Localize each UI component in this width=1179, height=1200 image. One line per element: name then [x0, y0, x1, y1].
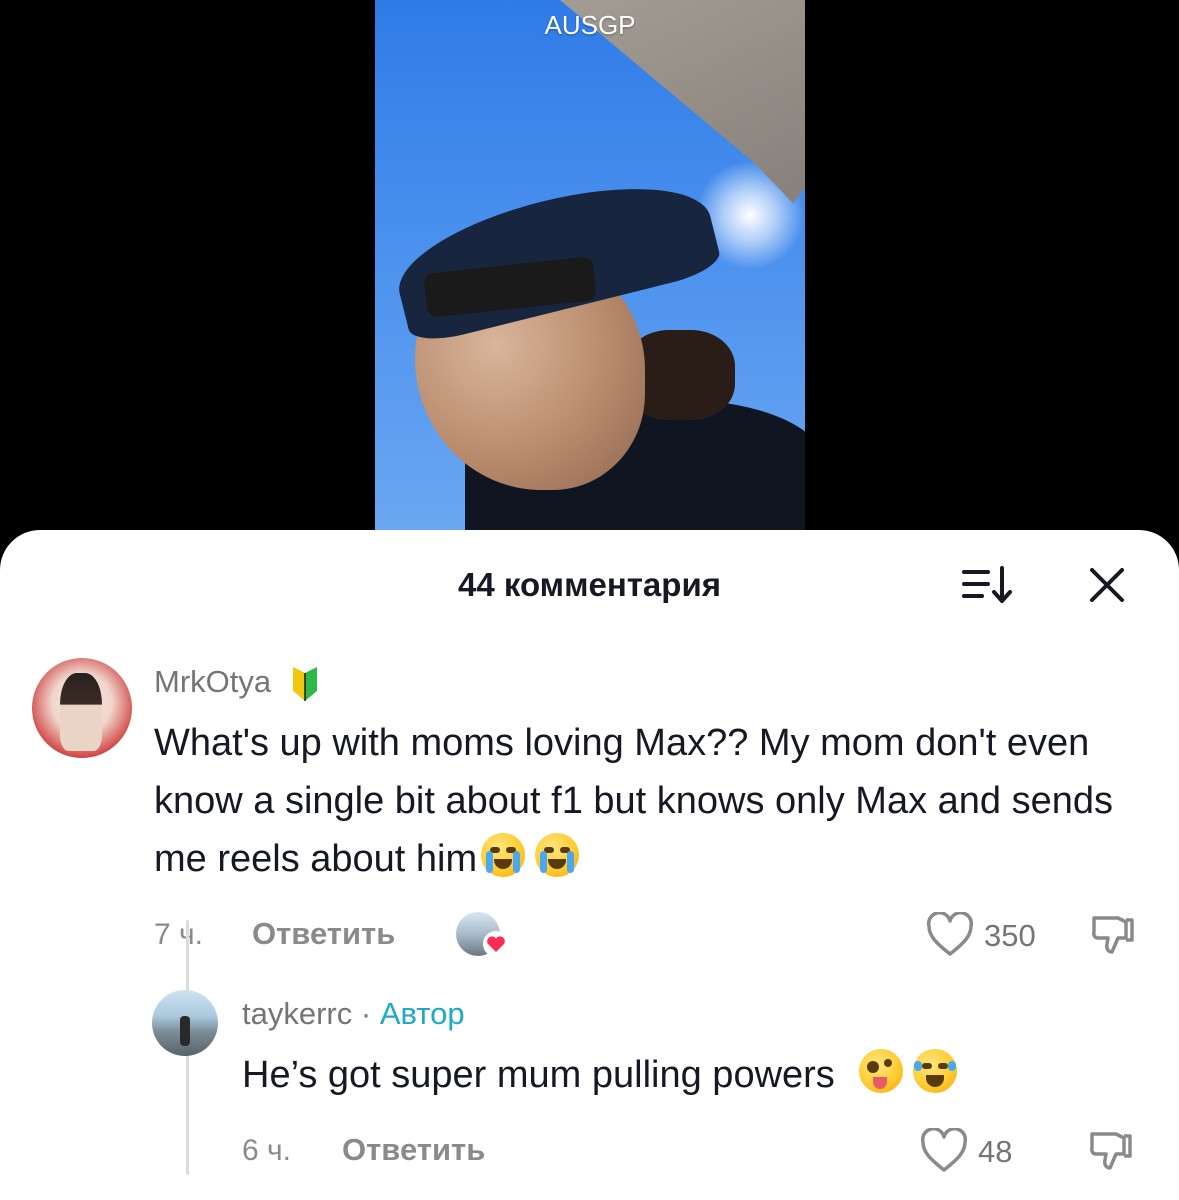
comment-username[interactable]: MrkOtya	[154, 664, 320, 701]
username-text[interactable]: MrkOtya	[154, 664, 271, 699]
dislike-icon	[1092, 916, 1134, 954]
reply-button[interactable]: Ответить	[342, 1132, 485, 1168]
comment-text: What's up with moms loving Max?? My mom …	[154, 722, 1114, 880]
comments-header: 44 комментария	[0, 530, 1179, 640]
loudly-crying-face-icon	[481, 833, 526, 877]
reply-username[interactable]: taykerrc · Автор	[242, 996, 465, 1032]
video-frame[interactable]: AUSGP	[375, 0, 805, 530]
beginner-badge-icon	[292, 666, 317, 701]
reply-text: He’s got super mum pulling powers	[242, 1054, 835, 1096]
reply-body: He’s got super mum pulling powers	[242, 1046, 1142, 1104]
video-player[interactable]: AUSGP	[0, 0, 1179, 560]
like-button[interactable]: 350	[926, 910, 1056, 960]
dislike-button[interactable]	[1086, 1126, 1136, 1176]
reply-avatar[interactable]	[152, 990, 218, 1056]
username-separator: ·	[360, 996, 372, 1031]
avatar-figure	[60, 673, 102, 751]
like-button[interactable]: 48	[920, 1126, 1030, 1176]
dislike-icon	[1090, 1132, 1132, 1170]
zany-face-icon	[859, 1049, 904, 1093]
heart-icon	[920, 1128, 968, 1172]
avatar-figure	[180, 1016, 190, 1046]
like-count: 350	[984, 918, 1036, 953]
creator-heart-icon	[483, 931, 509, 957]
close-button[interactable]	[1082, 560, 1132, 610]
video-caption: AUSGP	[544, 10, 636, 40]
comment-timestamp: 7 ч.	[154, 918, 203, 951]
sort-icon	[962, 566, 1012, 603]
dislike-button[interactable]	[1088, 910, 1138, 960]
sort-comments-button[interactable]	[958, 560, 1018, 610]
like-count: 48	[978, 1134, 1013, 1169]
tears-of-joy-icon	[913, 1049, 958, 1093]
loudly-crying-face-icon	[535, 833, 580, 877]
reply-timestamp: 6 ч.	[242, 1134, 291, 1167]
commenter-avatar[interactable]	[32, 658, 132, 758]
comments-sheet: 44 комментария MrkOtya What's up with mo…	[0, 530, 1179, 1200]
author-badge: Автор	[379, 996, 465, 1031]
close-icon	[1090, 568, 1124, 602]
username-text[interactable]: taykerrc	[242, 996, 352, 1031]
comment-body: What's up with moms loving Max?? My mom …	[154, 714, 1154, 888]
reply-button[interactable]: Ответить	[252, 916, 395, 952]
heart-icon	[926, 912, 974, 956]
